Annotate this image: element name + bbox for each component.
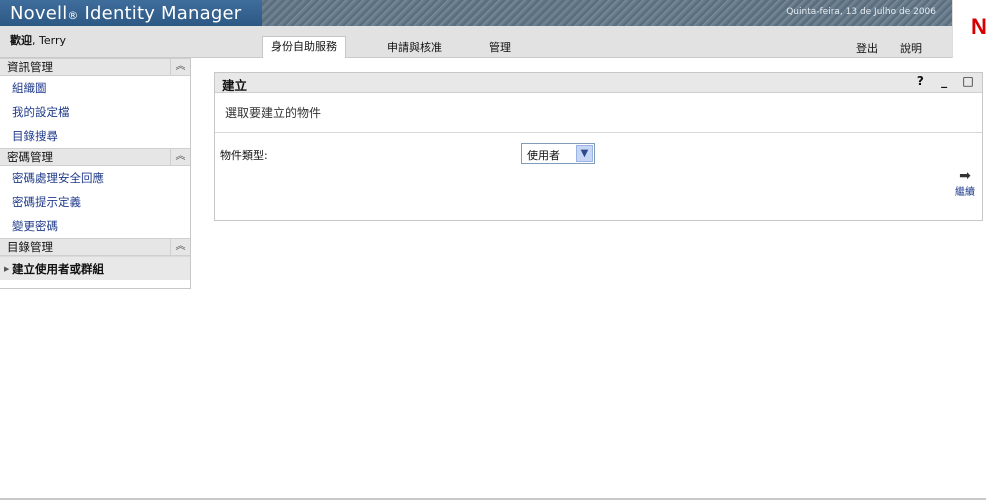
create-portlet: 建立 ? _ □ 選取要建立的物件 物件類型: 使用者 ▼ ➡ 繼續 xyxy=(214,72,983,221)
brand-bar: Novell® Identity Manager xyxy=(0,0,262,26)
brand-suffix: Identity Manager xyxy=(78,3,242,24)
sidebar: 資訊管理 ︽ 組織圖 我的設定檔 目錄搜尋 密碼管理 ︽ 密碼處理安全回應 密碼… xyxy=(0,58,191,289)
object-type-value: 使用者 xyxy=(527,149,560,162)
tab-self-service[interactable]: 身份自助服務 xyxy=(262,36,346,58)
novell-logo: N xyxy=(952,0,986,58)
logout-link[interactable]: 登出 xyxy=(856,40,878,56)
portlet-description: 選取要建立的物件 xyxy=(215,93,982,133)
welcome-text: 歡迎, Terry xyxy=(10,32,66,48)
sidebar-section-password[interactable]: 密碼管理 ︽ xyxy=(0,148,190,166)
sidebar-item-directory-search[interactable]: 目錄搜尋 xyxy=(0,124,190,148)
collapse-icon[interactable]: ︽ xyxy=(170,59,190,75)
tab-requests[interactable]: 申請與核准 xyxy=(387,38,442,58)
sidebar-item-challenge-response[interactable]: 密碼處理安全回應 xyxy=(0,166,190,190)
collapse-icon[interactable]: ︽ xyxy=(170,149,190,165)
sidebar-item-org-chart[interactable]: 組織圖 xyxy=(0,76,190,100)
help-icon[interactable]: ? xyxy=(910,74,930,88)
sidebar-item-change-password[interactable]: 變更密碼 xyxy=(0,214,190,238)
tab-admin[interactable]: 管理 xyxy=(489,38,511,58)
object-type-label: 物件類型: xyxy=(220,149,268,162)
section-title: 密碼管理 xyxy=(7,150,53,164)
chevron-down-icon[interactable]: ▼ xyxy=(576,145,593,162)
header-date: Quinta-feira, 13 de Julho de 2006 xyxy=(786,7,936,17)
minimize-icon[interactable]: _ xyxy=(934,74,954,88)
object-type-select[interactable]: 使用者 ▼ xyxy=(521,143,595,164)
brand-registered-mark: ® xyxy=(67,9,79,22)
app-header: Novell® Identity Manager Quinta-feira, 1… xyxy=(0,0,986,26)
brand-name: Novell xyxy=(10,3,68,24)
tab-strip: 身份自助服務 申請與核准 管理 xyxy=(236,36,952,58)
sidebar-item-label: 建立使用者或群組 xyxy=(12,262,104,276)
help-link[interactable]: 說明 xyxy=(900,40,922,56)
sub-header: 歡迎, Terry 身份自助服務 申請與核准 管理 登出 說明 xyxy=(0,26,952,58)
continue-label: 繼續 xyxy=(955,187,975,198)
app-brand: Novell® Identity Manager xyxy=(10,3,241,24)
sidebar-item-create-user-group[interactable]: ▶ 建立使用者或群組 xyxy=(0,256,190,280)
portlet-header: 建立 ? _ □ xyxy=(215,73,982,93)
maximize-icon[interactable]: □ xyxy=(958,74,978,88)
welcome-user: , Terry xyxy=(32,34,66,47)
sidebar-section-info[interactable]: 資訊管理 ︽ xyxy=(0,58,190,76)
logo-letter: N xyxy=(971,14,986,39)
section-title: 目錄管理 xyxy=(7,240,53,254)
portlet-title: 建立 xyxy=(222,78,248,93)
arrow-right-icon: ➡ xyxy=(959,168,971,184)
bullet-icon: ▶ xyxy=(4,265,10,273)
section-title: 資訊管理 xyxy=(7,60,53,74)
sidebar-item-my-profile[interactable]: 我的設定檔 xyxy=(0,100,190,124)
welcome-label: 歡迎 xyxy=(10,34,32,47)
collapse-icon[interactable]: ︽ xyxy=(170,239,190,255)
sidebar-section-directory[interactable]: 目錄管理 ︽ xyxy=(0,238,190,256)
portlet-controls: ? _ □ xyxy=(910,74,978,92)
app-root: Novell® Identity Manager Quinta-feira, 1… xyxy=(0,0,986,500)
sidebar-item-hint-definition[interactable]: 密碼提示定義 xyxy=(0,190,190,214)
continue-button[interactable]: ➡ 繼續 xyxy=(951,169,979,198)
